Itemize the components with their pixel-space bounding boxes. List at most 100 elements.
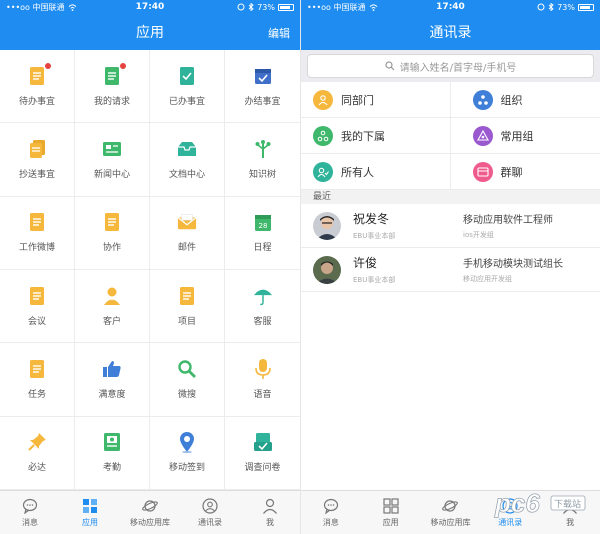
app-tile[interactable]: 办结事宜	[225, 50, 300, 124]
search-input[interactable]: 请输入姓名/首字母/手机号	[307, 54, 594, 78]
edit-button[interactable]: 编辑	[268, 25, 290, 41]
alarm-icon	[237, 3, 245, 11]
app-tile-label: 工作微博	[18, 243, 55, 254]
tab-bar: 消息 应用 移动应用库 通讯录 我	[0, 490, 300, 534]
org-icon	[472, 89, 493, 110]
everyone-icon	[313, 161, 333, 182]
app-tile[interactable]: 我的请求	[75, 50, 150, 124]
location-icon	[177, 432, 197, 454]
umbrella-icon	[253, 286, 273, 306]
tab-label: 消息	[322, 517, 339, 527]
app-tile-label: 调查问卷	[244, 463, 281, 474]
tab-person[interactable]: 我	[240, 491, 300, 534]
app-tile-label: 协作	[102, 243, 121, 254]
tab-chat-bubble[interactable]: 消息	[0, 491, 60, 534]
group-chat-icon	[472, 161, 493, 182]
app-tile[interactable]: 28 日程	[225, 197, 300, 270]
app-tile-label: 必达	[27, 463, 46, 474]
app-tile[interactable]: 必达	[0, 416, 75, 490]
app-tile-label: 抄送事宜	[18, 169, 55, 180]
app-tile[interactable]: 语音	[225, 343, 300, 417]
app-tile-label: 项目	[177, 316, 196, 327]
tab-label: 应用	[82, 517, 98, 527]
contact-groups: 同部门 组织我的下属 常用组所有人 群聊	[301, 82, 600, 190]
tab-chat-bubble[interactable]: 消息	[301, 491, 361, 534]
tab-label: 通讯录	[198, 517, 222, 527]
app-tile[interactable]: 考勤	[75, 416, 150, 490]
tab-label: 消息	[22, 517, 38, 527]
tab-label: 移动应用库	[430, 517, 471, 527]
app-tile[interactable]: 知识树	[225, 123, 300, 197]
search-placeholder: 请输入姓名/首字母/手机号	[399, 62, 517, 74]
app-tile[interactable]: 项目	[150, 270, 225, 344]
apps-screen: •••oo 中国联通 17:40 73% 应用 编辑 待办事宜 我的请求 已办事宜 办…	[0, 0, 300, 534]
group-label: 同部门	[341, 93, 374, 107]
status-bar: •••oo 中国联通 17:40 73%	[301, 0, 600, 14]
app-tile[interactable]: 邮件	[150, 196, 225, 270]
app-tile[interactable]: 工作微博	[0, 196, 75, 270]
battery-icon	[278, 3, 294, 11]
contact-team: ios开发组	[463, 231, 494, 239]
group-label: 所有人	[341, 165, 374, 179]
app-tile-label: 满意度	[98, 389, 126, 400]
app-tile[interactable]: 客户	[75, 270, 150, 344]
tab-planet[interactable]: 移动应用库	[421, 491, 481, 534]
tab-contact[interactable]: 通讯录	[180, 491, 240, 534]
app-tile-label: 客服	[253, 316, 272, 327]
tab-planet[interactable]: 移动应用库	[120, 491, 180, 534]
app-tile-label: 待办事宜	[18, 96, 55, 107]
apps-grid-icon	[383, 497, 399, 514]
tab-apps-grid[interactable]: 应用	[60, 491, 120, 534]
app-tile-label: 日程	[253, 243, 272, 254]
avatar	[313, 211, 341, 240]
wifi-icon	[369, 3, 377, 11]
contact-job-title: 手机移动模块测试组长	[463, 259, 563, 270]
app-tile-label: 语音	[253, 389, 272, 400]
common-group-icon	[472, 125, 493, 146]
news-icon	[102, 139, 122, 159]
page-title: 应用	[136, 25, 164, 41]
battery-percent: 73%	[557, 2, 575, 12]
group-same-dept[interactable]: 同部门	[301, 82, 451, 118]
app-tile[interactable]: 满意度	[75, 343, 150, 417]
wifi-icon	[68, 3, 76, 11]
contact-row[interactable]: 祝发冬 EBU事业本部 移动应用软件工程师 ios开发组	[301, 204, 600, 248]
app-tile[interactable]: 移动签到	[150, 416, 225, 490]
meeting-icon	[27, 286, 47, 306]
done-icon	[177, 66, 197, 86]
page-title: 通讯录	[429, 25, 472, 41]
app-tile-label: 微搜	[177, 389, 196, 400]
app-tile-label: 移动签到	[168, 463, 205, 474]
app-tile[interactable]: 已办事宜	[150, 50, 225, 124]
group-label: 组织	[500, 93, 523, 107]
group-org[interactable]: 组织	[450, 82, 600, 118]
app-tile[interactable]: 会议	[0, 270, 75, 344]
app-tile-label: 知识树	[248, 169, 276, 180]
app-tile[interactable]: 抄送事宜	[0, 123, 75, 197]
app-tile[interactable]: 任务	[0, 343, 75, 417]
app-tile[interactable]: 新闻中心	[75, 123, 150, 197]
tree-icon	[253, 139, 273, 159]
group-common-group[interactable]: 常用组	[450, 118, 600, 154]
person-icon	[262, 498, 278, 514]
app-tile[interactable]: 协作	[75, 196, 150, 270]
app-tile[interactable]: 微搜	[150, 343, 225, 417]
contact-row[interactable]: 许俊 EBU事业本部 手机移动模块测试组长 移动应用开发组	[301, 248, 600, 292]
app-tile[interactable]: 调查问卷	[225, 417, 300, 490]
tab-apps-grid[interactable]: 应用	[361, 491, 421, 534]
app-tile[interactable]: 文档中心	[150, 123, 225, 197]
group-everyone[interactable]: 所有人	[301, 154, 451, 190]
alarm-icon	[537, 3, 545, 11]
search-icon	[385, 61, 395, 71]
request-icon	[102, 62, 126, 86]
app-tile[interactable]: 客服	[225, 270, 300, 344]
app-tile[interactable]: 待办事宜	[0, 50, 75, 124]
attendance-icon	[102, 432, 122, 452]
group-subordinates[interactable]: 我的下属	[301, 118, 451, 154]
survey-icon	[253, 432, 273, 452]
group-group-chat[interactable]: 群聊	[450, 154, 600, 190]
app-tile-label: 新闻中心	[93, 169, 130, 180]
pin-icon	[27, 432, 47, 452]
bluetooth-icon	[548, 3, 554, 11]
contacts-screen: •••oo 中国联通 17:40 73% 通讯录 请输入姓名/首字母/手机号 同…	[300, 0, 600, 534]
